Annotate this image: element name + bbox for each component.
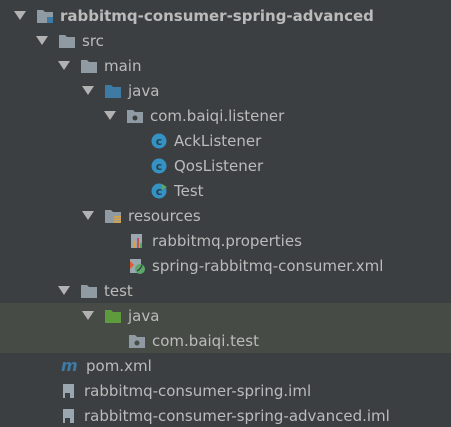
tree-node-label: com.baiqi.listener	[150, 106, 285, 125]
tree-node-label: main	[104, 56, 142, 75]
folder-icon	[80, 58, 98, 74]
tree-node-test-java[interactable]: java	[0, 303, 451, 328]
tree-node-label: java	[128, 306, 160, 325]
iml-file-icon	[60, 408, 78, 424]
tree-node-test[interactable]: test	[0, 278, 451, 303]
maven-icon: m	[60, 358, 80, 374]
class-icon: c	[150, 133, 168, 149]
properties-file-icon	[128, 233, 146, 249]
source-root-folder-icon	[104, 83, 122, 99]
tree-node-pom[interactable]: m pom.xml	[0, 353, 451, 378]
expand-arrow-icon[interactable]	[104, 111, 116, 120]
tree-node-label: java	[128, 81, 160, 100]
expand-arrow-icon[interactable]	[82, 311, 94, 320]
tree-node-main[interactable]: main	[0, 53, 451, 78]
project-tree: rabbitmq-consumer-spring-advanced src ma…	[0, 0, 451, 427]
tree-node-label: AckListener	[174, 131, 262, 150]
tree-node-label: pom.xml	[86, 356, 152, 375]
svg-text:c: c	[156, 160, 163, 173]
test-source-root-icon	[104, 308, 122, 324]
module-folder-icon	[36, 8, 54, 24]
tree-node-spring-xml[interactable]: spring-rabbitmq-consumer.xml	[0, 253, 451, 278]
tree-node-label: test	[104, 281, 133, 300]
tree-node-src[interactable]: src	[0, 28, 451, 53]
tree-node-label: Test	[174, 181, 204, 200]
tree-node-label: spring-rabbitmq-consumer.xml	[152, 256, 384, 275]
tree-node-ack-listener[interactable]: c AckListener	[0, 128, 451, 153]
package-icon	[128, 333, 146, 349]
resources-folder-icon	[104, 208, 122, 224]
class-icon: c	[150, 158, 168, 174]
tree-node-resources[interactable]: resources	[0, 203, 451, 228]
tree-node-qos-listener[interactable]: c QosListener	[0, 153, 451, 178]
svg-text:c: c	[156, 185, 163, 198]
package-icon	[126, 108, 144, 124]
tree-node-label: resources	[128, 206, 201, 225]
expand-arrow-icon[interactable]	[58, 286, 70, 295]
svg-text:m: m	[61, 358, 78, 374]
folder-icon	[58, 33, 76, 49]
tree-node-iml-file[interactable]: rabbitmq-consumer-spring.iml	[0, 378, 451, 403]
tree-node-label: src	[82, 31, 104, 50]
tree-node-label: QosListener	[174, 156, 264, 175]
tree-node-main-java[interactable]: java	[0, 78, 451, 103]
expand-arrow-icon[interactable]	[14, 11, 26, 20]
folder-icon	[80, 283, 98, 299]
expand-arrow-icon[interactable]	[82, 86, 94, 95]
expand-arrow-icon[interactable]	[58, 61, 70, 70]
tree-node-properties-file[interactable]: rabbitmq.properties	[0, 228, 451, 253]
tree-node-label: rabbitmq-consumer-spring-advanced.iml	[84, 406, 390, 425]
tree-node-iml-file[interactable]: rabbitmq-consumer-spring-advanced.iml	[0, 403, 451, 427]
tree-node-label: rabbitmq.properties	[152, 231, 302, 250]
spring-xml-icon	[128, 258, 146, 274]
class-main-icon: c	[150, 183, 168, 199]
expand-arrow-icon[interactable]	[82, 211, 94, 220]
expand-arrow-icon[interactable]	[36, 36, 48, 45]
tree-node-label: com.baiqi.test	[152, 331, 259, 350]
iml-file-icon	[60, 383, 78, 399]
tree-node-package-listener[interactable]: com.baiqi.listener	[0, 103, 451, 128]
svg-text:c: c	[156, 135, 163, 148]
tree-node-root[interactable]: rabbitmq-consumer-spring-advanced	[0, 3, 451, 28]
tree-node-test-class[interactable]: c Test	[0, 178, 451, 203]
tree-node-label: rabbitmq-consumer-spring.iml	[84, 381, 312, 400]
tree-node-label: rabbitmq-consumer-spring-advanced	[60, 6, 374, 25]
tree-node-package-test[interactable]: com.baiqi.test	[0, 328, 451, 353]
